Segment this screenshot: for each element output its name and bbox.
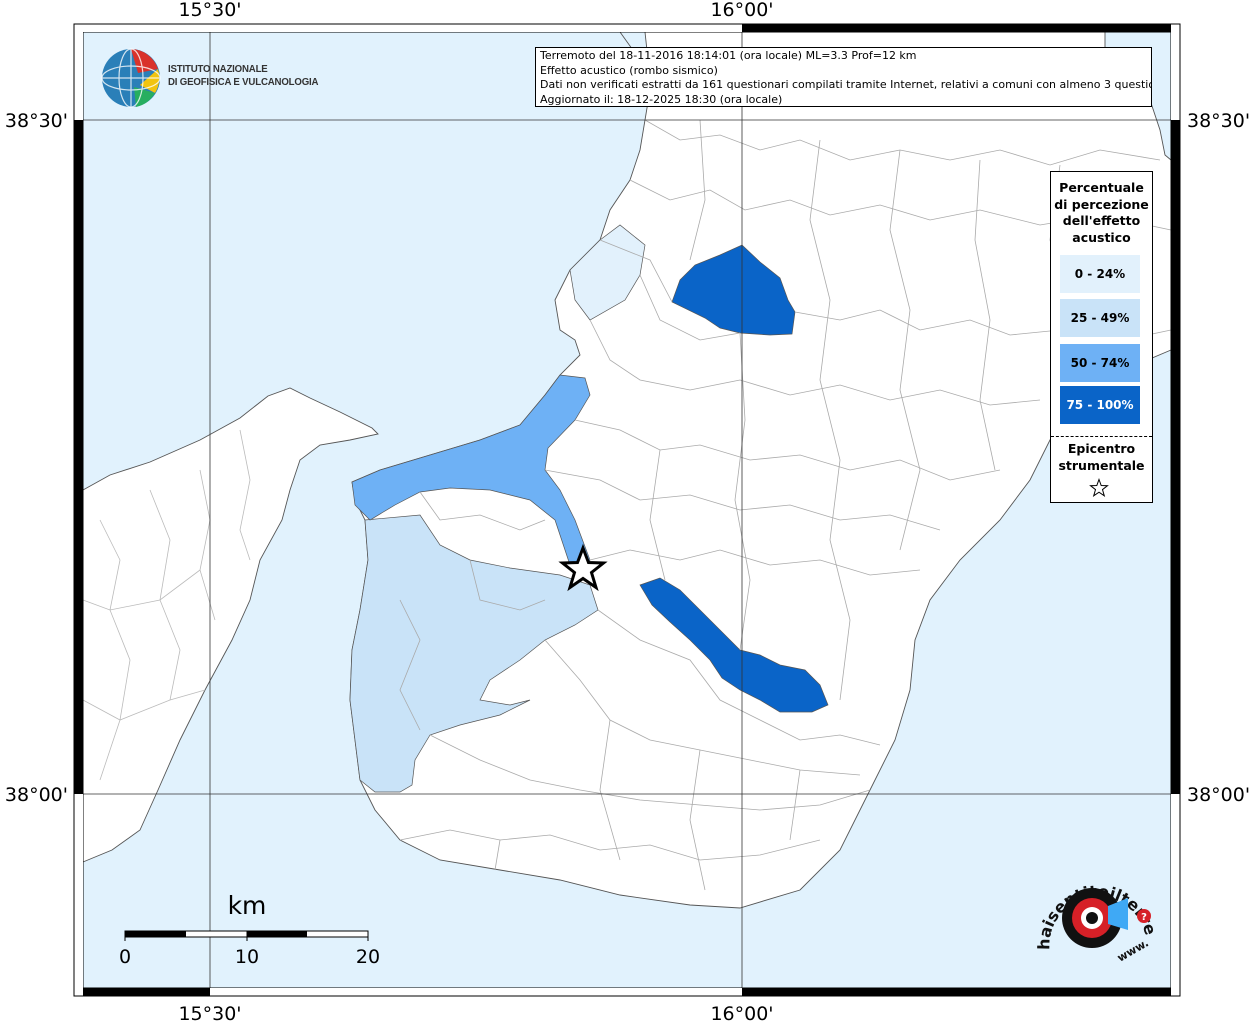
legend-title: Percentuale di percezione dell'effetto a… [1051,180,1152,246]
scale-tick-20: 20 [356,946,380,968]
haisentito-badge-icon: haisentitoilterremoto.it ? www. [1020,843,1161,965]
event-info-line: Terremoto del 18-11-2016 18:14:01 (ora l… [540,49,917,62]
lon-label-bottom-2: 16°00' [710,1003,773,1024]
scale-bar-graphic: km 0 10 20 [119,891,380,968]
legend-epicenter-line: strumentale [1058,457,1145,473]
lat-label-right-2: 38°00' [1187,784,1250,806]
scale-tick-0: 0 [119,946,131,968]
lat-label-left-1: 38°30' [5,110,68,132]
event-info-box: Terremoto del 18-11-2016 18:14:01 (ora l… [535,47,1152,107]
legend-epicenter-line: Epicentro [1067,441,1136,456]
legend-title-line: di percezione [1054,196,1149,212]
scale-unit: km [228,891,267,920]
effect-info-line: Effetto acustico (rombo sismico) [540,63,718,77]
scale-tick-10: 10 [235,946,259,968]
lon-label-top-1: 15°30' [178,0,241,21]
updated-line: Aggiornato il: 18-12-2025 18:30 (ora loc… [540,92,783,106]
help-icon: ? [1141,912,1147,923]
legend-title-line: acustico [1072,229,1131,245]
legend: Percentuale di percezione dell'effetto a… [1050,171,1153,503]
ingv-globe-icon [101,48,161,108]
legend-class-50-74: 50 - 74% [1060,344,1140,382]
legend-class-75-100: 75 - 100% [1060,386,1140,424]
legend-class-0-24: 0 - 24% [1060,255,1140,293]
lat-label-right-1: 38°30' [1187,110,1250,132]
ingv-name-line1: ISTITUTO NAZIONALE [168,63,268,75]
data-source-line: Dati non verificati estratti da 161 ques… [540,78,1152,91]
ingv-name-line2: DI GEOFISICA E VULCANOLOGIA [168,76,319,88]
haisentito-prefix: www. [1115,936,1151,964]
legend-class-25-49: 25 - 49% [1060,299,1140,337]
ingv-logo: ISTITUTO NAZIONALE DI GEOFISICA E VULCAN… [100,47,320,111]
legend-separator [1051,436,1152,437]
legend-title-line: Percentuale [1059,180,1144,195]
legend-star-icon [1089,478,1109,497]
scale-bar: km 0 10 20 [118,890,388,970]
lat-label-left-2: 38°00' [5,784,68,806]
legend-title-line: dell'effetto [1062,213,1141,228]
haisentito-logo: haisentitoilterremoto.it ? www. [1020,843,1168,978]
lon-label-bottom-1: 15°30' [178,1003,241,1024]
legend-epicenter-label: Epicentro strumentale [1051,441,1152,474]
lon-label-top-2: 16°00' [710,0,773,21]
